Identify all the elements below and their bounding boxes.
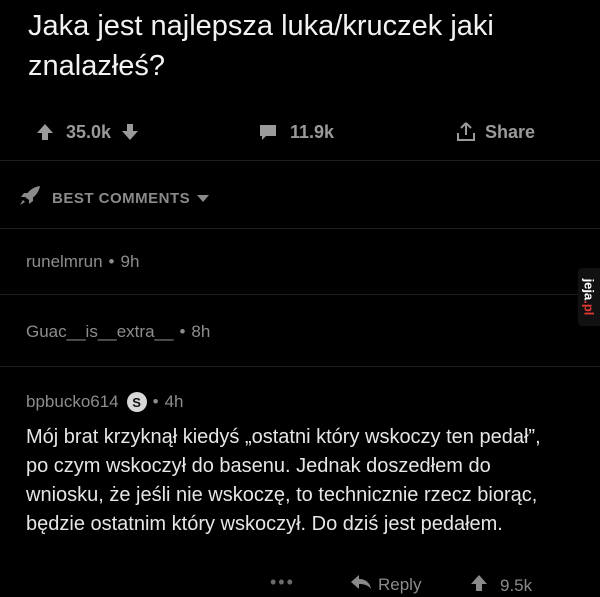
meta-separator: • (108, 252, 115, 271)
reply-icon (350, 574, 372, 595)
comment-header: runelmrun • 9h (26, 252, 139, 272)
downvote-icon[interactable] (121, 123, 139, 141)
sort-label: BEST COMMENTS (52, 189, 191, 207)
comment-footer: ••• Reply 9.5k (0, 570, 600, 596)
rocket-icon (18, 185, 42, 211)
comment-header: Guac__is__extra__ • 8h (26, 322, 210, 342)
comment-icon (258, 123, 278, 141)
share-label: Share (485, 121, 536, 142)
share-button[interactable]: Share (455, 114, 535, 150)
comment-header: bpbucko614 S • 4h (26, 392, 184, 412)
comments-button[interactable]: 11.9k (258, 114, 334, 150)
upvote-icon[interactable] (36, 123, 54, 141)
comment-age: 4h (164, 392, 184, 411)
post-title: Jaka jest najlepsza luka/kruczek jaki zn… (28, 10, 494, 82)
meta-separator: • (152, 392, 159, 411)
divider (0, 160, 600, 161)
comment-age: 8h (191, 322, 211, 341)
vote-group: 35.0k (36, 114, 139, 150)
watermark-logo: jeja.pl (578, 268, 600, 326)
comment-author[interactable]: Guac__is__extra__ (26, 322, 173, 342)
comment-age: 9h (120, 252, 140, 271)
meta-separator: • (179, 322, 186, 341)
comment-body: Mój brat krzyknął kiedyś „ostatni który … (26, 426, 541, 535)
comment-vote: 9.5k (470, 574, 532, 597)
more-options-icon[interactable]: ••• (270, 572, 295, 593)
divider (0, 294, 600, 295)
comment-author[interactable]: runelmrun (26, 252, 103, 272)
caret-down-icon (197, 190, 210, 207)
reply-button[interactable]: Reply (350, 574, 421, 595)
share-icon (455, 121, 477, 143)
comment-count: 11.9k (290, 121, 335, 142)
comment-score: 9.5k (500, 575, 533, 595)
upvote-icon[interactable] (470, 574, 488, 597)
comment-author[interactable]: bpbucko614 (26, 392, 119, 412)
divider (0, 228, 600, 229)
post-score: 35.0k (66, 121, 112, 142)
divider (0, 366, 600, 367)
reply-label: Reply (378, 574, 422, 594)
post-actions-bar: 35.0k 11.9k Share (0, 114, 600, 150)
user-badge-icon: S (126, 392, 147, 412)
sort-selector[interactable]: BEST COMMENTS (18, 184, 210, 212)
